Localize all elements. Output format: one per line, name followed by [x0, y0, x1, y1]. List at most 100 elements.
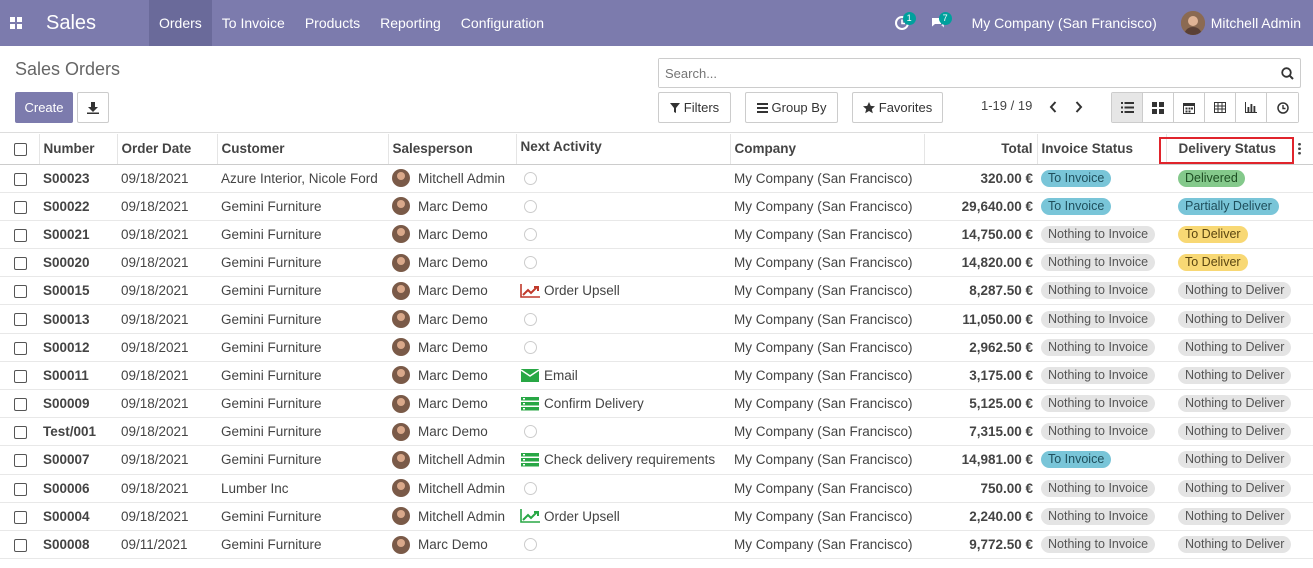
table-row[interactable]: S00004 09/18/2021 Gemini Furniture Mitch… — [0, 502, 1313, 531]
company-switcher[interactable]: My Company (San Francisco) — [960, 15, 1169, 31]
table-row[interactable]: S00011 09/18/2021 Gemini Furniture Marc … — [0, 361, 1313, 391]
table-row[interactable]: S00013 09/18/2021 Gemini Furniture Marc … — [0, 304, 1313, 334]
row-checkbox-cell[interactable] — [0, 389, 39, 419]
row-checkbox[interactable] — [14, 369, 27, 383]
schedule-activity-clock-icon[interactable] — [524, 171, 537, 185]
table-row[interactable]: S00008 09/11/2021 Gemini Furniture Marc … — [0, 530, 1313, 560]
row-checkbox-cell[interactable] — [0, 417, 39, 447]
table-row[interactable]: S00023 09/18/2021 Azure Interior, Nicole… — [0, 164, 1313, 193]
row-checkbox[interactable] — [14, 426, 27, 440]
upsell-chart-icon[interactable] — [520, 283, 540, 298]
row-checkbox[interactable] — [14, 257, 27, 271]
select-all-checkbox-cell[interactable] — [0, 134, 40, 165]
row-checkbox-cell[interactable] — [0, 361, 39, 391]
schedule-activity-clock-icon[interactable] — [524, 340, 537, 354]
next-activity-cell[interactable]: Order Upsell — [516, 502, 730, 531]
tasks-list-icon[interactable] — [520, 396, 540, 411]
optional-columns-menu-icon[interactable] — [1297, 142, 1301, 155]
row-checkbox[interactable] — [14, 228, 27, 242]
next-activity-cell[interactable] — [516, 474, 730, 503]
column-header-salesperson[interactable]: Salesperson — [388, 134, 517, 165]
messages-icon[interactable]: 7 — [924, 0, 952, 46]
row-checkbox-cell[interactable] — [0, 304, 39, 334]
menu-products[interactable]: Products — [295, 0, 370, 46]
row-checkbox-cell[interactable] — [0, 220, 39, 250]
activity-summary[interactable]: Order Upsell — [544, 283, 620, 298]
row-checkbox[interactable] — [14, 482, 27, 496]
activity-view-icon[interactable] — [1267, 93, 1298, 122]
row-checkbox-cell[interactable] — [0, 333, 39, 362]
row-checkbox-cell[interactable] — [0, 530, 39, 560]
row-checkbox-cell[interactable] — [0, 474, 39, 503]
pager-next-icon[interactable] — [1071, 98, 1087, 116]
user-menu[interactable]: Mitchell Admin — [1169, 11, 1313, 35]
schedule-activity-clock-icon[interactable] — [524, 227, 537, 241]
upsell-chart-icon[interactable] — [520, 509, 540, 524]
activity-summary[interactable]: Order Upsell — [544, 509, 620, 524]
pager-previous-icon[interactable] — [1045, 98, 1061, 116]
row-checkbox-cell[interactable] — [0, 248, 39, 278]
column-header-delivery-status[interactable]: Delivery Status — [1166, 134, 1313, 165]
column-header-number[interactable]: Number — [39, 134, 118, 165]
tasks-list-icon[interactable] — [520, 452, 540, 467]
apps-menu-icon[interactable] — [0, 0, 32, 46]
row-checkbox[interactable] — [14, 172, 27, 186]
table-row[interactable]: S00015 09/18/2021 Gemini Furniture Marc … — [0, 276, 1313, 306]
column-header-total[interactable]: Total — [924, 134, 1038, 165]
pager-value[interactable]: 1-19 / 19 — [981, 98, 1032, 113]
table-row[interactable]: S00006 09/18/2021 Lumber Inc Mitchell Ad… — [0, 474, 1313, 503]
table-row[interactable]: Test/001 09/18/2021 Gemini Furniture Mar… — [0, 417, 1313, 447]
next-activity-cell[interactable] — [516, 248, 730, 278]
next-activity-cell[interactable] — [516, 164, 730, 193]
row-checkbox[interactable] — [14, 285, 27, 299]
next-activity-cell[interactable]: Check delivery requirements — [516, 445, 730, 475]
table-row[interactable]: S00007 09/18/2021 Gemini Furniture Mitch… — [0, 445, 1313, 475]
next-activity-cell[interactable]: Confirm Delivery — [516, 389, 730, 419]
next-activity-cell[interactable] — [516, 417, 730, 447]
schedule-activity-clock-icon[interactable] — [524, 199, 537, 213]
row-checkbox[interactable] — [14, 200, 27, 214]
menu-orders[interactable]: Orders — [149, 0, 212, 46]
next-activity-cell[interactable] — [516, 333, 730, 362]
activity-clock-icon[interactable]: 1 — [888, 0, 916, 46]
row-checkbox[interactable] — [14, 313, 27, 327]
menu-reporting[interactable]: Reporting — [370, 0, 451, 46]
column-header-order-date[interactable]: Order Date — [117, 134, 218, 165]
column-header-next-activity[interactable]: Next Activity — [516, 134, 731, 165]
select-all-checkbox[interactable] — [14, 143, 27, 157]
schedule-activity-clock-icon[interactable] — [524, 256, 537, 270]
menu-configuration[interactable]: Configuration — [451, 0, 554, 46]
table-row[interactable]: S00009 09/18/2021 Gemini Furniture Marc … — [0, 389, 1313, 419]
activity-summary[interactable]: Email — [544, 368, 578, 383]
table-row[interactable]: S00022 09/18/2021 Gemini Furniture Marc … — [0, 192, 1313, 221]
next-activity-cell[interactable] — [516, 192, 730, 221]
activity-summary[interactable]: Confirm Delivery — [544, 396, 644, 411]
schedule-activity-clock-icon[interactable] — [524, 538, 537, 552]
app-brand[interactable]: Sales — [32, 0, 149, 46]
row-checkbox[interactable] — [14, 454, 27, 468]
schedule-activity-clock-icon[interactable] — [524, 481, 537, 495]
create-button[interactable]: Create — [15, 92, 73, 123]
favorites-button[interactable]: Favorites — [852, 92, 943, 123]
row-checkbox-cell[interactable] — [0, 192, 39, 221]
row-checkbox[interactable] — [14, 341, 27, 355]
row-checkbox-cell[interactable] — [0, 164, 39, 193]
list-view-icon[interactable] — [1112, 93, 1143, 122]
schedule-activity-clock-icon[interactable] — [524, 312, 537, 326]
row-checkbox-cell[interactable] — [0, 502, 39, 531]
table-row[interactable]: S00021 09/18/2021 Gemini Furniture Marc … — [0, 220, 1313, 250]
search-icon[interactable] — [1274, 66, 1300, 80]
column-header-customer[interactable]: Customer — [217, 134, 389, 165]
next-activity-cell[interactable]: Email — [516, 361, 730, 391]
column-header-invoice-status[interactable]: Invoice Status — [1037, 134, 1167, 165]
row-checkbox[interactable] — [14, 538, 27, 552]
calendar-view-icon[interactable] — [1174, 93, 1205, 122]
next-activity-cell[interactable] — [516, 220, 730, 250]
table-row[interactable]: S00012 09/18/2021 Gemini Furniture Marc … — [0, 333, 1313, 362]
graph-view-icon[interactable] — [1236, 93, 1267, 122]
table-row[interactable]: S00020 09/18/2021 Gemini Furniture Marc … — [0, 248, 1313, 278]
row-checkbox[interactable] — [14, 510, 27, 524]
row-checkbox-cell[interactable] — [0, 276, 39, 306]
next-activity-cell[interactable] — [516, 304, 730, 334]
email-envelope-icon[interactable] — [520, 368, 540, 382]
